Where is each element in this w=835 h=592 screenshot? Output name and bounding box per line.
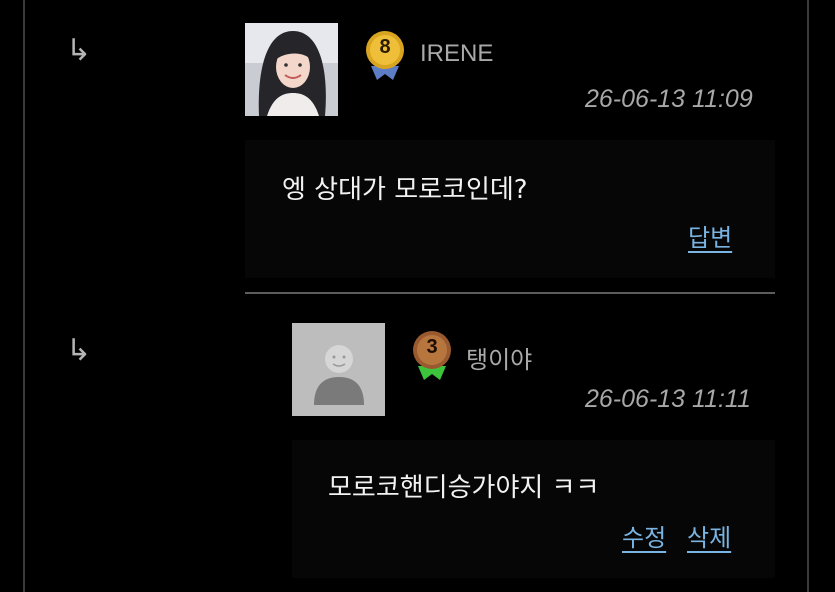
comment-divider [245,292,775,294]
level-number: 8 [379,36,391,58]
username[interactable]: IRENE [420,40,493,68]
level-badge: 3 [410,330,454,382]
reply-arrow-icon: ↳ [66,33,92,68]
comment-body: 모로코핸디승가야지 ㅋㅋ 수정 삭제 [292,440,775,578]
reply-arrow-icon: ↳ [66,333,92,368]
comment-body: 엥 상대가 모로코인데? 답변 [245,140,775,278]
timestamp: 26-06-13 11:11 [585,385,751,413]
comment-text: 엥 상대가 모로코인데? [282,175,528,205]
comment-text: 모로코핸디승가야지 ㅋㅋ [328,473,600,503]
timestamp: 26-06-13 11:09 [585,85,753,113]
edit-button[interactable]: 수정 [622,518,666,553]
level-number: 3 [426,336,438,358]
default-avatar-icon [292,323,385,416]
level-badge: 8 [363,30,407,82]
avatar[interactable] [245,23,338,116]
profile-photo-icon [245,23,338,116]
delete-button[interactable]: 삭제 [687,518,731,553]
username[interactable]: 탱이야 [466,340,532,375]
reply-button[interactable]: 답변 [688,218,732,253]
avatar[interactable] [292,323,385,416]
